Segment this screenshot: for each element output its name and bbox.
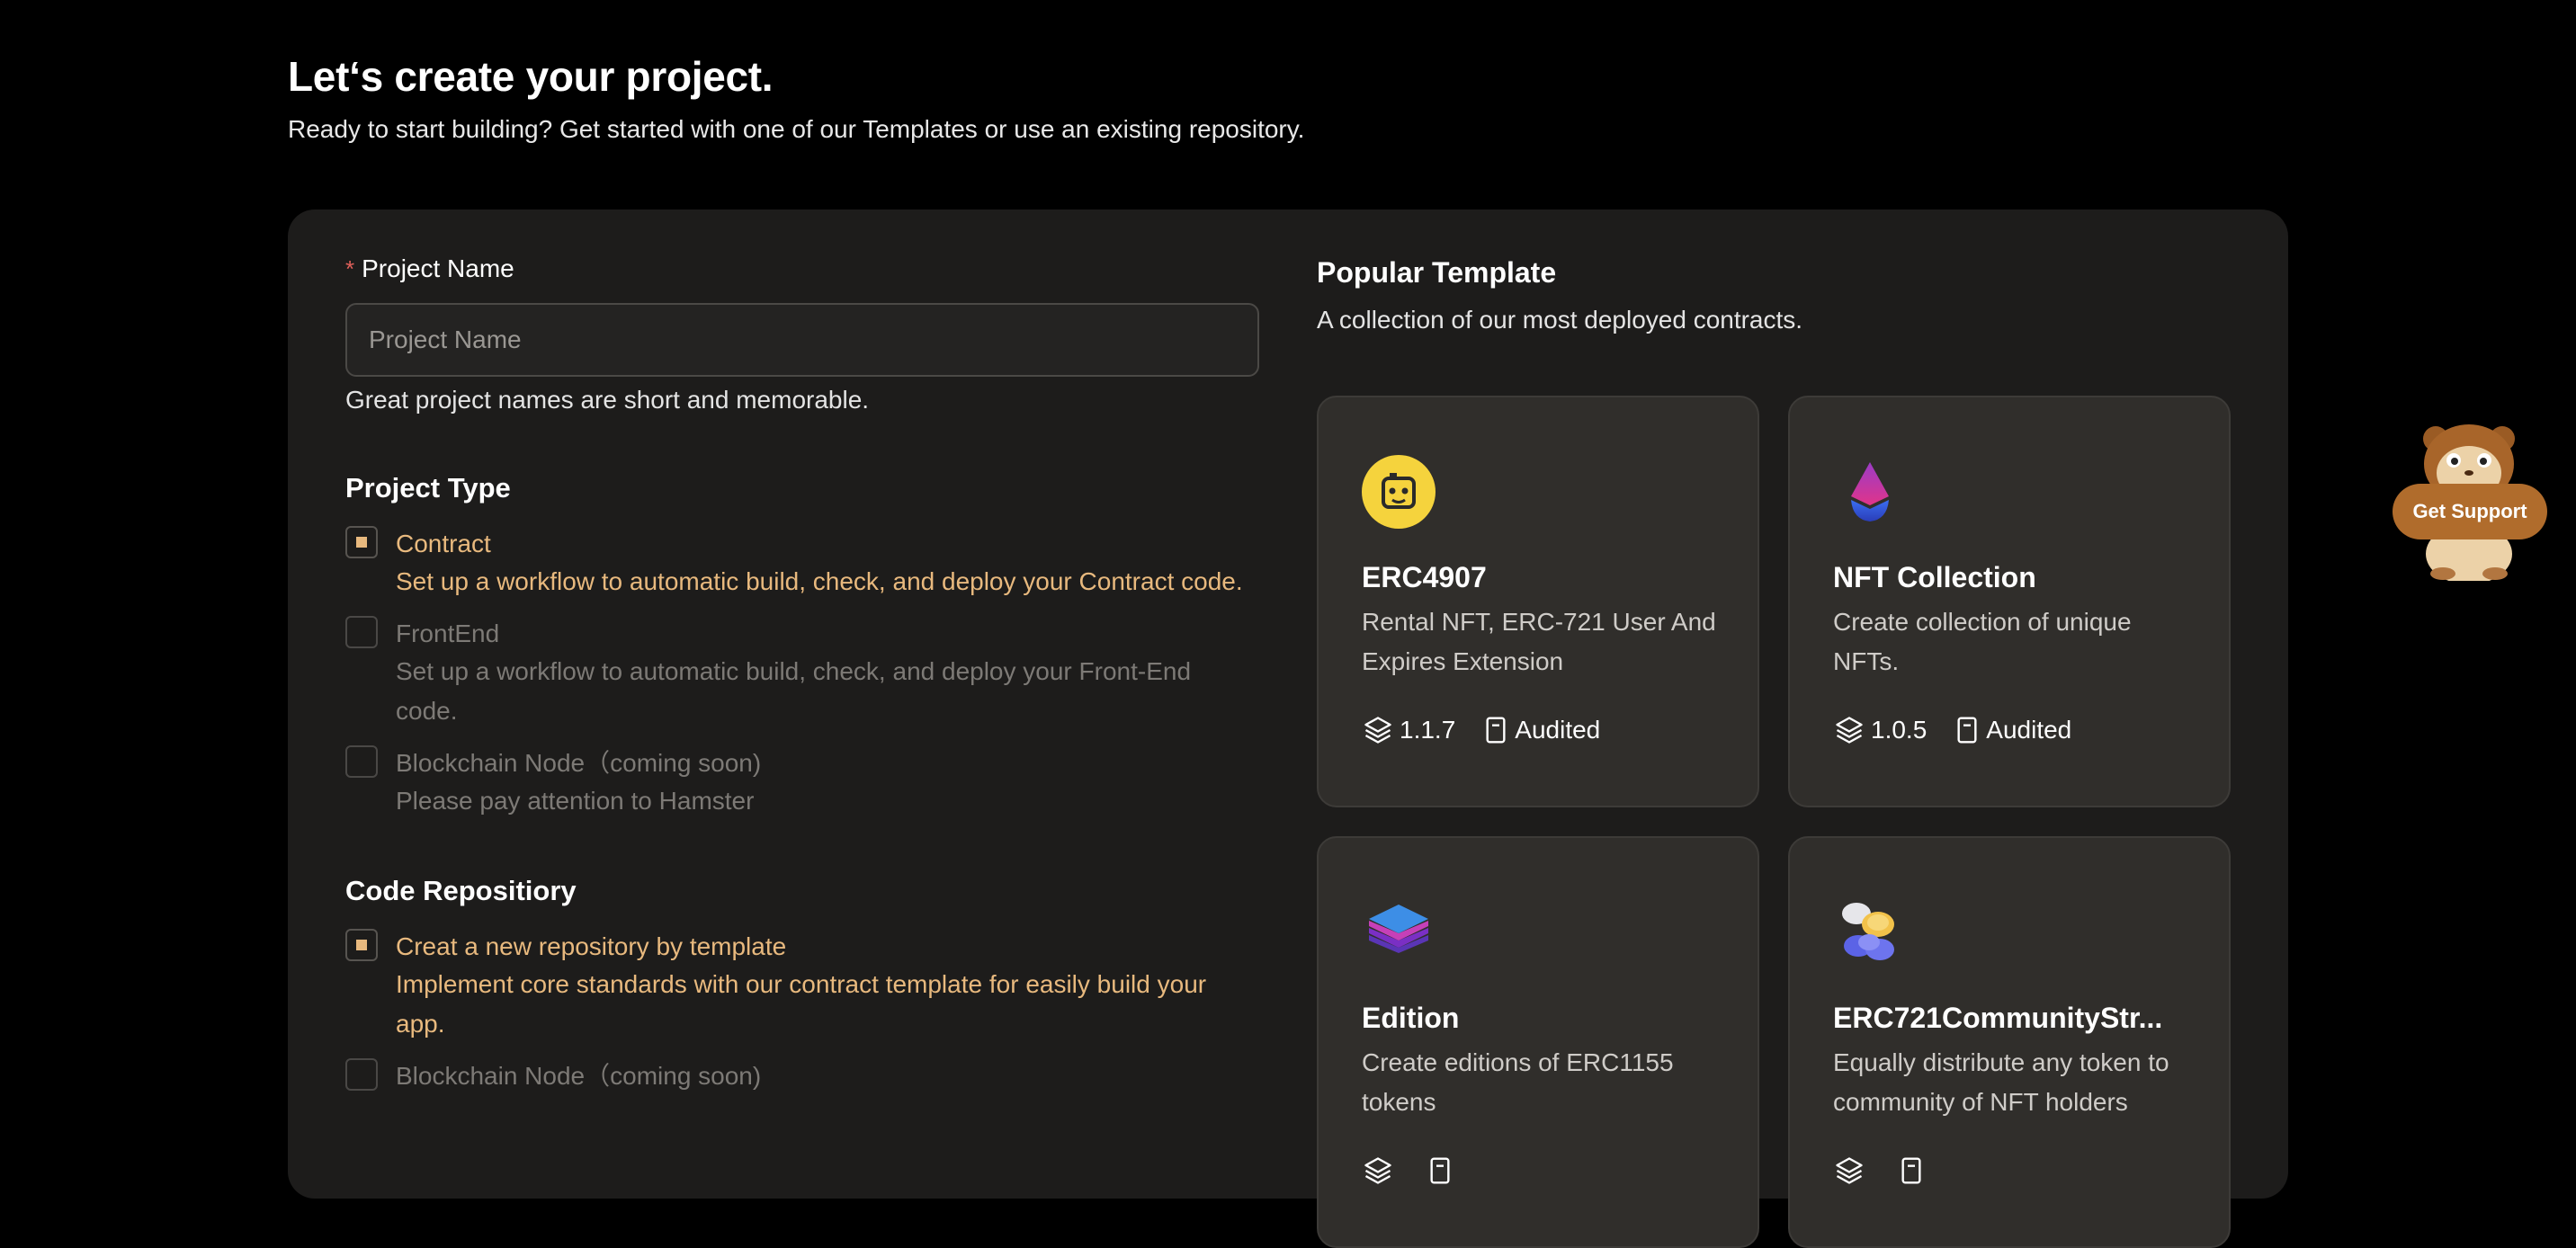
layers-icon [1836,1157,1863,1184]
get-support-button[interactable]: Get Support [2393,484,2547,539]
ethereum-drop-icon [1833,455,1907,529]
layers-icon [1364,717,1391,744]
project-type-option-blockchain-node[interactable]: Blockchain Node（coming soon) Please pay … [345,745,1259,821]
template-repo-checkbox[interactable] [345,929,378,961]
version-badge [1833,1154,1871,1187]
project-type-option-frontend[interactable]: FrontEnd Set up a workflow to automatic … [345,616,1259,731]
option-title: Blockchain Node（coming soon) [396,749,762,777]
coins-icon [1833,896,1907,969]
stacked-layers-icon [1362,896,1436,969]
create-project-panel: * Project Name Great project names are s… [288,209,2288,1248]
template-card-nft-collection[interactable]: NFT Collection Create collection of uniq… [1788,396,2231,807]
project-name-field[interactable] [345,303,1259,377]
option-description: Please pay attention to Hamster [396,787,755,815]
page-header: Let‘s create your project. Ready to star… [288,52,1304,144]
option-title: Blockchain Node（coming soon) [396,1062,762,1090]
layers-icon [1836,717,1863,744]
template-meta: 1.1.7 Audited [1362,714,1627,746]
option-description: Implement core standards with our contra… [396,970,1207,1038]
code-repository-title: Code Repositiory [345,875,577,906]
repo-option-template[interactable]: Creat a new repository by template Imple… [345,929,1259,1044]
audit-badge: Audited [1954,716,2071,744]
popular-template-title: Popular Template [1317,256,1557,289]
template-card-erc4907[interactable]: ERC4907 Rental NFT, ERC-721 User And Exp… [1317,396,1759,807]
template-meta: 1.0.5 Audited [1833,714,2098,746]
version-text: 1.0.5 [1871,716,1928,744]
project-name-label-text: Project Name [362,254,514,282]
template-description: Equally distribute any token to communit… [1833,1048,2169,1116]
blockchain-node-checkbox[interactable] [345,745,378,778]
template-description: Create collection of unique NFTs. [1833,608,2132,675]
audit-badge: Audited [1482,716,1600,744]
template-card-edition[interactable]: Edition Create editions of ERC1155 token… [1317,836,1759,1248]
frontend-checkbox[interactable] [345,616,378,648]
option-title: Contract [396,530,491,557]
project-type-option-contract[interactable]: Contract Set up a workflow to automatic … [345,526,1259,602]
document-icon [1430,1157,1450,1184]
project-name-label: * Project Name [345,254,1259,283]
repo-blockchain-node-checkbox[interactable] [345,1058,378,1091]
version-badge [1362,1154,1400,1187]
get-support-widget[interactable]: Get Support [2389,419,2549,581]
template-name: ERC4907 [1362,561,1487,593]
template-name: ERC721CommunityStr... [1833,1002,2163,1034]
option-description: Set up a workflow to automatic build, ch… [396,567,1243,595]
template-description: Create editions of ERC1155 tokens [1362,1048,1674,1116]
page-title: Let‘s create your project. [288,53,774,100]
popular-templates: Popular Template A collection of our mos… [1317,256,2231,1248]
audit-badge [1898,1156,1930,1185]
layers-icon [1364,1157,1391,1184]
document-icon [1901,1157,1921,1184]
template-description: Rental NFT, ERC-721 User And Expires Ext… [1362,608,1716,675]
page-subtitle: Ready to start building? Get started wit… [288,115,1305,143]
popular-template-subtitle: A collection of our most deployed contra… [1317,306,1803,334]
repo-option-blockchain-node[interactable]: Blockchain Node（coming soon) [345,1058,1259,1094]
version-badge: 1.1.7 [1362,714,1455,746]
template-name: Edition [1362,1002,1460,1034]
template-meta [1362,1154,1486,1187]
option-title: FrontEnd [396,620,500,647]
project-form: * Project Name Great project names are s… [345,254,1259,1094]
required-mark: * [345,254,355,282]
option-title: Creat a new repository by template [396,932,787,960]
project-name-hint: Great project names are short and memora… [345,386,870,414]
document-icon [1957,717,1977,744]
audit-badge [1427,1156,1459,1185]
document-icon [1486,717,1506,744]
project-type-title: Project Type [345,472,511,504]
template-name: NFT Collection [1833,561,2036,593]
audit-text: Audited [1515,716,1601,744]
project-name-input[interactable] [367,325,1217,355]
option-description: Set up a workflow to automatic build, ch… [396,657,1192,725]
template-card-erc721-community-stream[interactable]: ERC721CommunityStr... Equally distribute… [1788,836,2231,1248]
robot-face-icon [1362,455,1436,529]
audit-text: Audited [1986,716,2072,744]
version-text: 1.1.7 [1400,716,1456,744]
contract-checkbox[interactable] [345,526,378,558]
version-badge: 1.0.5 [1833,714,1927,746]
template-meta [1833,1154,1957,1187]
